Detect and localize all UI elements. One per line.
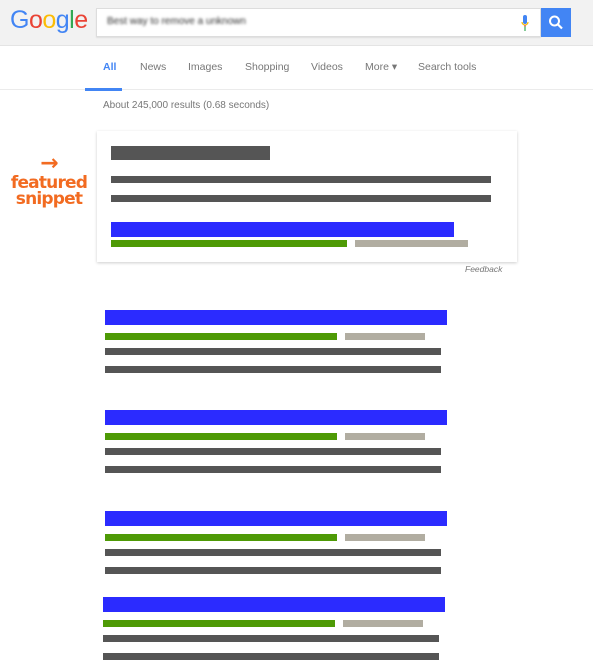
search-query: Best way to remove a unknown	[107, 16, 246, 27]
tab-news[interactable]: News	[140, 61, 166, 73]
google-logo[interactable]: Google	[10, 6, 88, 35]
tab-more[interactable]: More ▾	[365, 61, 397, 73]
result-cache-link[interactable]	[345, 333, 425, 340]
result-text-line	[105, 448, 441, 455]
featured-snippet-annotation: → featured snippet	[8, 151, 90, 209]
result-title-link[interactable]	[103, 597, 445, 612]
snippet-title-link[interactable]	[111, 222, 454, 237]
microphone-icon[interactable]	[521, 15, 529, 31]
snippet-text-line	[111, 195, 491, 202]
result-title-link[interactable]	[105, 511, 447, 526]
result-title-link[interactable]	[105, 410, 447, 425]
tab-images[interactable]: Images	[188, 61, 222, 73]
result-title-link[interactable]	[105, 310, 447, 325]
tab-all[interactable]: All	[103, 61, 116, 73]
result-text-line	[105, 567, 441, 574]
result-cache-link[interactable]	[345, 433, 425, 440]
active-tab-indicator	[85, 88, 122, 91]
result-url	[105, 534, 337, 541]
result-cache-link[interactable]	[343, 620, 423, 627]
snippet-url	[111, 240, 347, 247]
result-stats: About 245,000 results (0.68 seconds)	[103, 100, 270, 111]
result-url	[105, 433, 337, 440]
tab-shopping[interactable]: Shopping	[245, 61, 289, 73]
tab-search-tools[interactable]: Search tools	[418, 61, 476, 73]
arrow-right-icon: →	[40, 151, 58, 176]
result-cache-link[interactable]	[345, 534, 425, 541]
featured-snippet-card	[97, 131, 517, 262]
result-text-line	[105, 348, 441, 355]
result-url	[105, 333, 337, 340]
result-text-line	[105, 549, 441, 556]
search-icon	[549, 15, 563, 30]
result-text-line	[105, 466, 441, 473]
snippet-cache-link[interactable]	[355, 240, 468, 247]
search-button[interactable]	[541, 8, 571, 37]
snippet-heading	[111, 146, 270, 160]
result-text-line	[103, 653, 439, 660]
annotation-label: featured snippet	[10, 173, 88, 209]
result-text-line	[103, 635, 439, 642]
header: Google Best way to remove a unknown	[0, 0, 593, 46]
feedback-link[interactable]: Feedback	[465, 264, 502, 274]
snippet-text-line	[111, 176, 491, 183]
result-url	[103, 620, 335, 627]
search-input[interactable]: Best way to remove a unknown	[96, 8, 541, 37]
search-tabs: All News Images Shopping Videos More ▾ S…	[0, 46, 593, 91]
tab-videos[interactable]: Videos	[311, 61, 343, 73]
result-text-line	[105, 366, 441, 373]
